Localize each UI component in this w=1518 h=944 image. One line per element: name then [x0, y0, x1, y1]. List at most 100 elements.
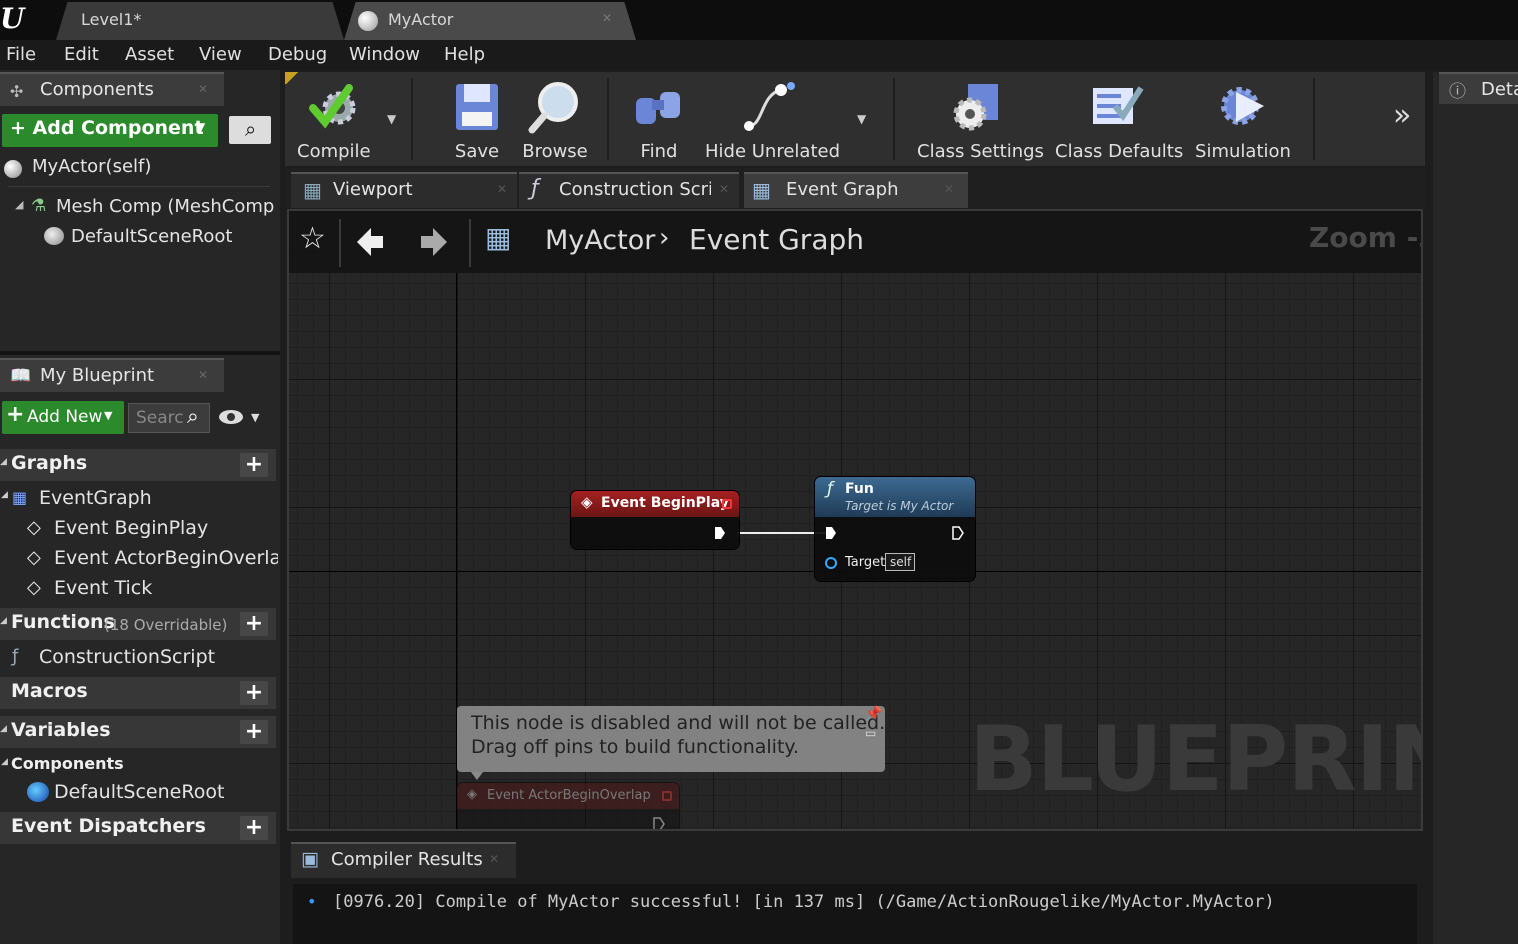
- eventgraph-item[interactable]: EventGraph: [39, 487, 152, 509]
- toolbar-overflow-chevron-icon[interactable]: »: [1393, 98, 1411, 133]
- section-graphs[interactable]: ◢ Graphs +: [0, 449, 276, 481]
- node-event-actorbeginoverlap[interactable]: ◈ Event ActorBeginOverlap: [457, 783, 679, 831]
- exec-out-pin-icon[interactable]: [653, 817, 665, 831]
- default-scene-root-item[interactable]: DefaultSceneRoot: [71, 226, 232, 247]
- browse-button[interactable]: Browse: [513, 72, 597, 166]
- disabled-node-comment[interactable]: This node is disabled and will not be ca…: [457, 706, 885, 772]
- close-icon[interactable]: ✕: [719, 182, 729, 196]
- menu-edit[interactable]: Edit: [64, 44, 99, 65]
- close-icon[interactable]: ✕: [198, 368, 208, 382]
- close-icon[interactable]: ✕: [497, 182, 507, 196]
- details-tab[interactable]: ⓘ Deta: [1439, 72, 1518, 104]
- delegate-pin-icon[interactable]: [662, 791, 672, 801]
- expand-arrow-icon[interactable]: ◢: [15, 198, 23, 211]
- myactor-self-item[interactable]: MyActor(self): [32, 156, 151, 177]
- delegate-pin-icon[interactable]: [722, 499, 732, 509]
- menu-asset[interactable]: Asset: [125, 44, 174, 65]
- exec-in-pin-icon[interactable]: [825, 526, 837, 540]
- chevron-down-icon[interactable]: ▼: [251, 411, 259, 424]
- collapse-arrow-icon[interactable]: ◢: [1, 490, 8, 500]
- title-bar: U Level1* MyActor ✕: [0, 0, 1518, 40]
- hide-unrelated-button[interactable]: Hide Unrelated: [705, 72, 840, 166]
- divider: [8, 186, 270, 187]
- favorite-star-icon[interactable]: ☆: [299, 221, 326, 256]
- doc-tab-label: Level1*: [81, 10, 142, 29]
- menu-window[interactable]: Window: [349, 44, 420, 65]
- menu-help[interactable]: Help: [444, 44, 485, 65]
- compiler-results-tab[interactable]: ▣ Compiler Results ✕: [291, 842, 516, 878]
- class-settings-button[interactable]: Class Settings: [917, 72, 1044, 166]
- default-scene-root-variable[interactable]: DefaultSceneRoot: [54, 781, 224, 803]
- tab-event-graph[interactable]: ▦ Event Graph ✕: [744, 172, 968, 208]
- doc-tab-label: MyActor: [388, 10, 454, 29]
- add-variable-button[interactable]: +: [240, 720, 268, 744]
- add-dispatcher-button[interactable]: +: [240, 816, 268, 840]
- find-label: Find: [640, 141, 678, 162]
- section-event-dispatchers[interactable]: Event Dispatchers +: [0, 812, 276, 844]
- tab-construction-script[interactable]: ƒ Construction Script ✕: [519, 172, 739, 208]
- section-functions[interactable]: ◢ Functions (18 Overridable) +: [0, 608, 276, 640]
- comment-bubble-icon[interactable]: ▭: [865, 726, 876, 740]
- compiler-results-icon: ▣: [301, 848, 319, 870]
- simulation-button[interactable]: Simulation: [1189, 72, 1297, 166]
- components-tab[interactable]: ✣ Components ✕: [0, 72, 224, 106]
- event-actorbeginoverlap-item[interactable]: Event ActorBeginOverla: [54, 547, 278, 569]
- close-icon[interactable]: ✕: [198, 82, 208, 96]
- splitter[interactable]: [0, 351, 280, 355]
- event-graph-canvas[interactable]: ☆ ▦ MyActor › Event Graph Zoom -3 ◈ Even…: [287, 209, 1423, 831]
- save-button[interactable]: Save: [437, 72, 517, 166]
- node-subtitle: Target is My Actor: [845, 499, 954, 513]
- component-search-button[interactable]: ⌕: [229, 116, 271, 144]
- section-variables[interactable]: ◢ Variables +: [0, 716, 276, 748]
- unreal-logo-icon[interactable]: U: [0, 4, 26, 34]
- menu-file[interactable]: File: [6, 44, 36, 65]
- close-icon[interactable]: ✕: [489, 852, 499, 866]
- doc-tab-myactor[interactable]: MyActor ✕: [344, 2, 636, 40]
- node-function-fun[interactable]: ƒ Fun Target is My Actor Target self: [815, 477, 975, 581]
- close-icon[interactable]: ✕: [944, 182, 954, 196]
- menu-bar: File Edit Asset View Debug Window Help: [0, 40, 1518, 70]
- class-defaults-button[interactable]: Class Defaults: [1055, 72, 1184, 166]
- compile-options-chevron-icon[interactable]: ▼: [387, 112, 396, 126]
- tab-viewport[interactable]: ▦ Viewport ✕: [291, 172, 517, 208]
- add-macro-button[interactable]: +: [240, 681, 268, 705]
- event-beginplay-item[interactable]: Event BeginPlay: [54, 517, 208, 539]
- menu-debug[interactable]: Debug: [268, 44, 327, 65]
- add-graph-button[interactable]: +: [240, 453, 268, 477]
- compile-button[interactable]: Compile: [289, 72, 379, 166]
- section-macros[interactable]: Macros +: [0, 677, 276, 709]
- components-category[interactable]: Components: [11, 754, 124, 773]
- exec-wire[interactable]: [737, 532, 827, 534]
- close-icon[interactable]: ✕: [602, 11, 612, 25]
- back-arrow-icon[interactable]: [355, 225, 385, 259]
- construction-script-item[interactable]: ConstructionScript: [39, 646, 215, 668]
- hide-unrelated-chevron-icon[interactable]: ▼: [857, 112, 866, 126]
- info-icon: ⓘ: [1449, 82, 1466, 102]
- forward-arrow-icon[interactable]: [419, 225, 449, 259]
- exec-out-pin-icon[interactable]: [952, 526, 964, 540]
- my-blueprint-tab[interactable]: 📖 My Blueprint ✕: [0, 358, 224, 392]
- toolbar-separator: [411, 78, 413, 160]
- class-settings-gear-icon: [953, 84, 998, 131]
- add-function-button[interactable]: +: [240, 612, 268, 636]
- graph-type-icon: ▦: [485, 221, 512, 254]
- blueprint-search-input[interactable]: Searc ⌕: [128, 403, 210, 433]
- collapse-arrow-icon[interactable]: ◢: [1, 757, 8, 767]
- node-event-beginplay[interactable]: ◈ Event BeginPlay: [571, 491, 739, 549]
- pin-comment-icon[interactable]: 📌: [865, 706, 882, 722]
- toolbar-separator: [893, 78, 895, 160]
- doc-tab-level1[interactable]: Level1*: [56, 2, 344, 40]
- menu-view[interactable]: View: [199, 44, 242, 65]
- class-defaults-label: Class Defaults: [1055, 141, 1184, 162]
- target-self-field[interactable]: self: [885, 553, 915, 571]
- exec-out-pin-icon[interactable]: [714, 526, 726, 540]
- function-icon: ƒ: [531, 176, 539, 201]
- breadcrumb-root[interactable]: MyActor: [545, 225, 655, 256]
- find-button[interactable]: Find: [619, 72, 699, 166]
- target-pin-icon[interactable]: [825, 557, 837, 569]
- event-tick-item[interactable]: Event Tick: [54, 577, 152, 599]
- mesh-comp-item[interactable]: Mesh Comp (MeshComp) (I: [56, 196, 274, 217]
- visibility-eye-icon[interactable]: [218, 408, 246, 426]
- add-component-button[interactable]: + Add Component ▼: [2, 114, 218, 147]
- add-new-button[interactable]: + Add New ▼: [2, 401, 124, 434]
